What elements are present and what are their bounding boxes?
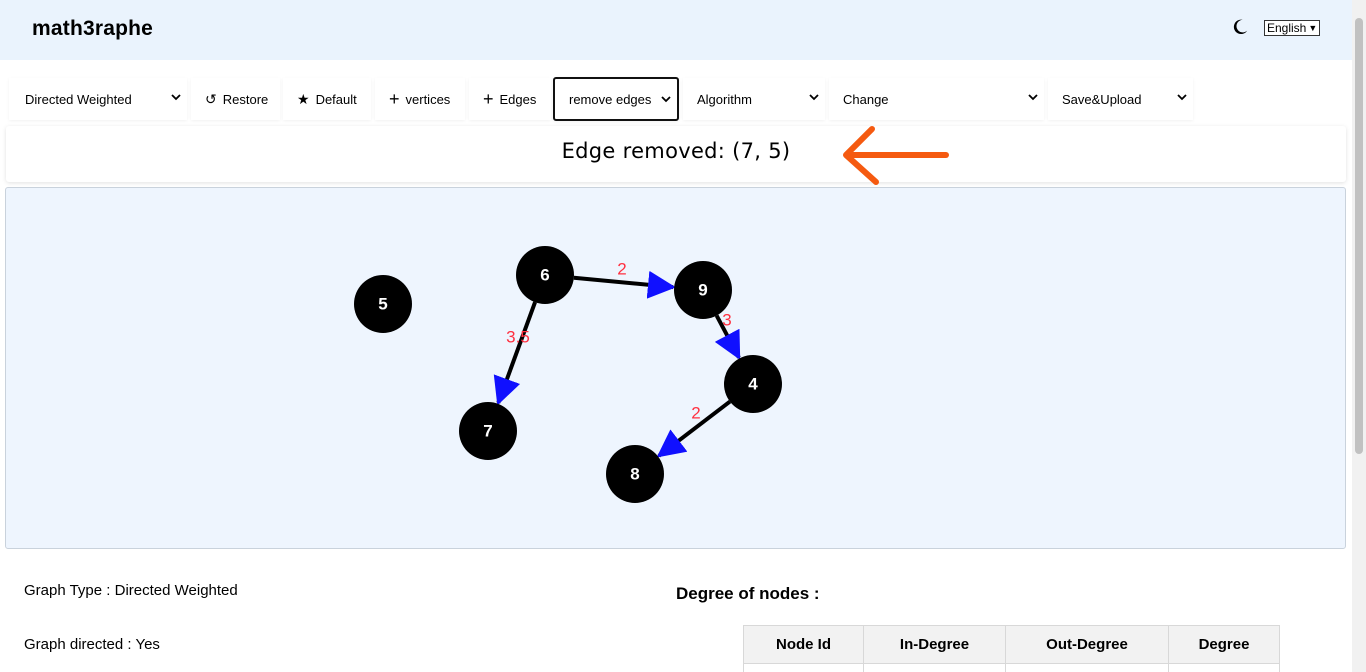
page: math3raphe English ▼ Directed Weighted ↺… bbox=[0, 0, 1366, 672]
graph-node-8[interactable]: 8 bbox=[606, 445, 664, 503]
col-out-degree: Out-Degree bbox=[1005, 625, 1169, 664]
edge-weight-label: 2 bbox=[617, 259, 626, 278]
degree-table: Node Id In-Degree Out-Degree Degree bbox=[743, 625, 1280, 672]
status-message: Edge removed: (7, 5) bbox=[561, 139, 791, 163]
edge-weight-label: 3.5 bbox=[506, 327, 530, 346]
chevron-down-icon: ▼ bbox=[1308, 23, 1318, 33]
save-upload-select-value: Save&Upload bbox=[1062, 91, 1142, 107]
degree-title: Degree of nodes : bbox=[676, 584, 820, 603]
add-edges-button[interactable]: + Edges bbox=[469, 78, 551, 120]
graph-node-5[interactable]: 5 bbox=[354, 275, 412, 333]
chevron-down-icon bbox=[171, 94, 181, 101]
graph-type-select[interactable]: Directed Weighted bbox=[9, 78, 187, 120]
toolbar: Directed Weighted ↺ Restore ★ Default + … bbox=[0, 74, 1352, 124]
chevron-down-icon bbox=[661, 96, 671, 103]
top-header: math3raphe English ▼ bbox=[0, 0, 1352, 60]
language-select[interactable]: English ▼ bbox=[1264, 20, 1321, 36]
scrollbar-thumb[interactable] bbox=[1355, 18, 1363, 454]
plus-icon: + bbox=[389, 88, 400, 109]
node-label: 7 bbox=[483, 421, 492, 440]
edge-weight-label: 2 bbox=[691, 403, 700, 422]
col-node-id: Node Id bbox=[743, 625, 864, 664]
remove-edges-select[interactable]: remove edges bbox=[553, 77, 679, 121]
default-label: Default bbox=[315, 91, 357, 107]
node-label: 6 bbox=[540, 265, 549, 284]
dark-mode-moon-icon[interactable] bbox=[1231, 18, 1249, 36]
restore-label: Restore bbox=[222, 91, 269, 107]
plus-icon: + bbox=[483, 88, 494, 109]
edge-weight-label: 3 bbox=[722, 310, 731, 329]
restore-icon: ↺ bbox=[205, 90, 217, 107]
change-select[interactable]: Change bbox=[829, 78, 1044, 120]
graph-type-info: Graph Type : Directed Weighted bbox=[24, 582, 238, 599]
chevron-down-icon bbox=[1028, 94, 1038, 101]
node-label: 9 bbox=[698, 280, 707, 299]
graph-type-select-value: Directed Weighted bbox=[25, 91, 132, 107]
node-label: 5 bbox=[378, 294, 387, 313]
node-label: 8 bbox=[630, 464, 639, 483]
edge-6-9[interactable] bbox=[573, 270, 676, 299]
brand-title[interactable]: math3raphe bbox=[32, 17, 153, 41]
col-in-degree: In-Degree bbox=[863, 625, 1006, 664]
algorithm-select-value: Algorithm bbox=[697, 91, 752, 107]
graph-node-7[interactable]: 7 bbox=[459, 402, 517, 460]
edge-6-7[interactable] bbox=[493, 301, 537, 406]
graph-svg[interactable]: 2 3.5 3 2 5 6 9 4 7 8 bbox=[6, 188, 1347, 550]
default-button[interactable]: ★ Default bbox=[283, 78, 371, 120]
page-scrollbar[interactable] bbox=[1352, 0, 1366, 672]
add-vertices-label: vertices bbox=[405, 91, 451, 107]
save-upload-select[interactable]: Save&Upload bbox=[1048, 78, 1193, 120]
add-edges-label: Edges bbox=[499, 91, 537, 107]
change-select-value: Change bbox=[843, 91, 889, 107]
col-degree: Degree bbox=[1168, 625, 1280, 664]
star-icon: ★ bbox=[297, 90, 310, 107]
graph-node-9[interactable]: 9 bbox=[674, 261, 732, 319]
table-header-row: Node Id In-Degree Out-Degree Degree bbox=[743, 625, 1280, 664]
graph-canvas[interactable]: 2 3.5 3 2 5 6 9 4 7 8 bbox=[5, 187, 1346, 549]
restore-button[interactable]: ↺ Restore bbox=[191, 78, 280, 120]
status-panel: Edge removed: (7, 5) bbox=[6, 126, 1346, 182]
algorithm-select[interactable]: Algorithm bbox=[683, 78, 825, 120]
graph-node-6[interactable]: 6 bbox=[516, 246, 574, 304]
annotation-arrow-icon bbox=[843, 126, 949, 185]
chevron-down-icon bbox=[809, 94, 819, 101]
graph-node-4[interactable]: 4 bbox=[724, 355, 782, 413]
remove-edges-select-value: remove edges bbox=[569, 91, 652, 107]
node-label: 4 bbox=[748, 374, 758, 393]
chevron-down-icon bbox=[1177, 94, 1187, 101]
language-select-value: English bbox=[1267, 21, 1307, 35]
table-row bbox=[743, 663, 1280, 672]
graph-directed-info: Graph directed : Yes bbox=[24, 636, 160, 653]
add-vertices-button[interactable]: + vertices bbox=[375, 78, 465, 120]
